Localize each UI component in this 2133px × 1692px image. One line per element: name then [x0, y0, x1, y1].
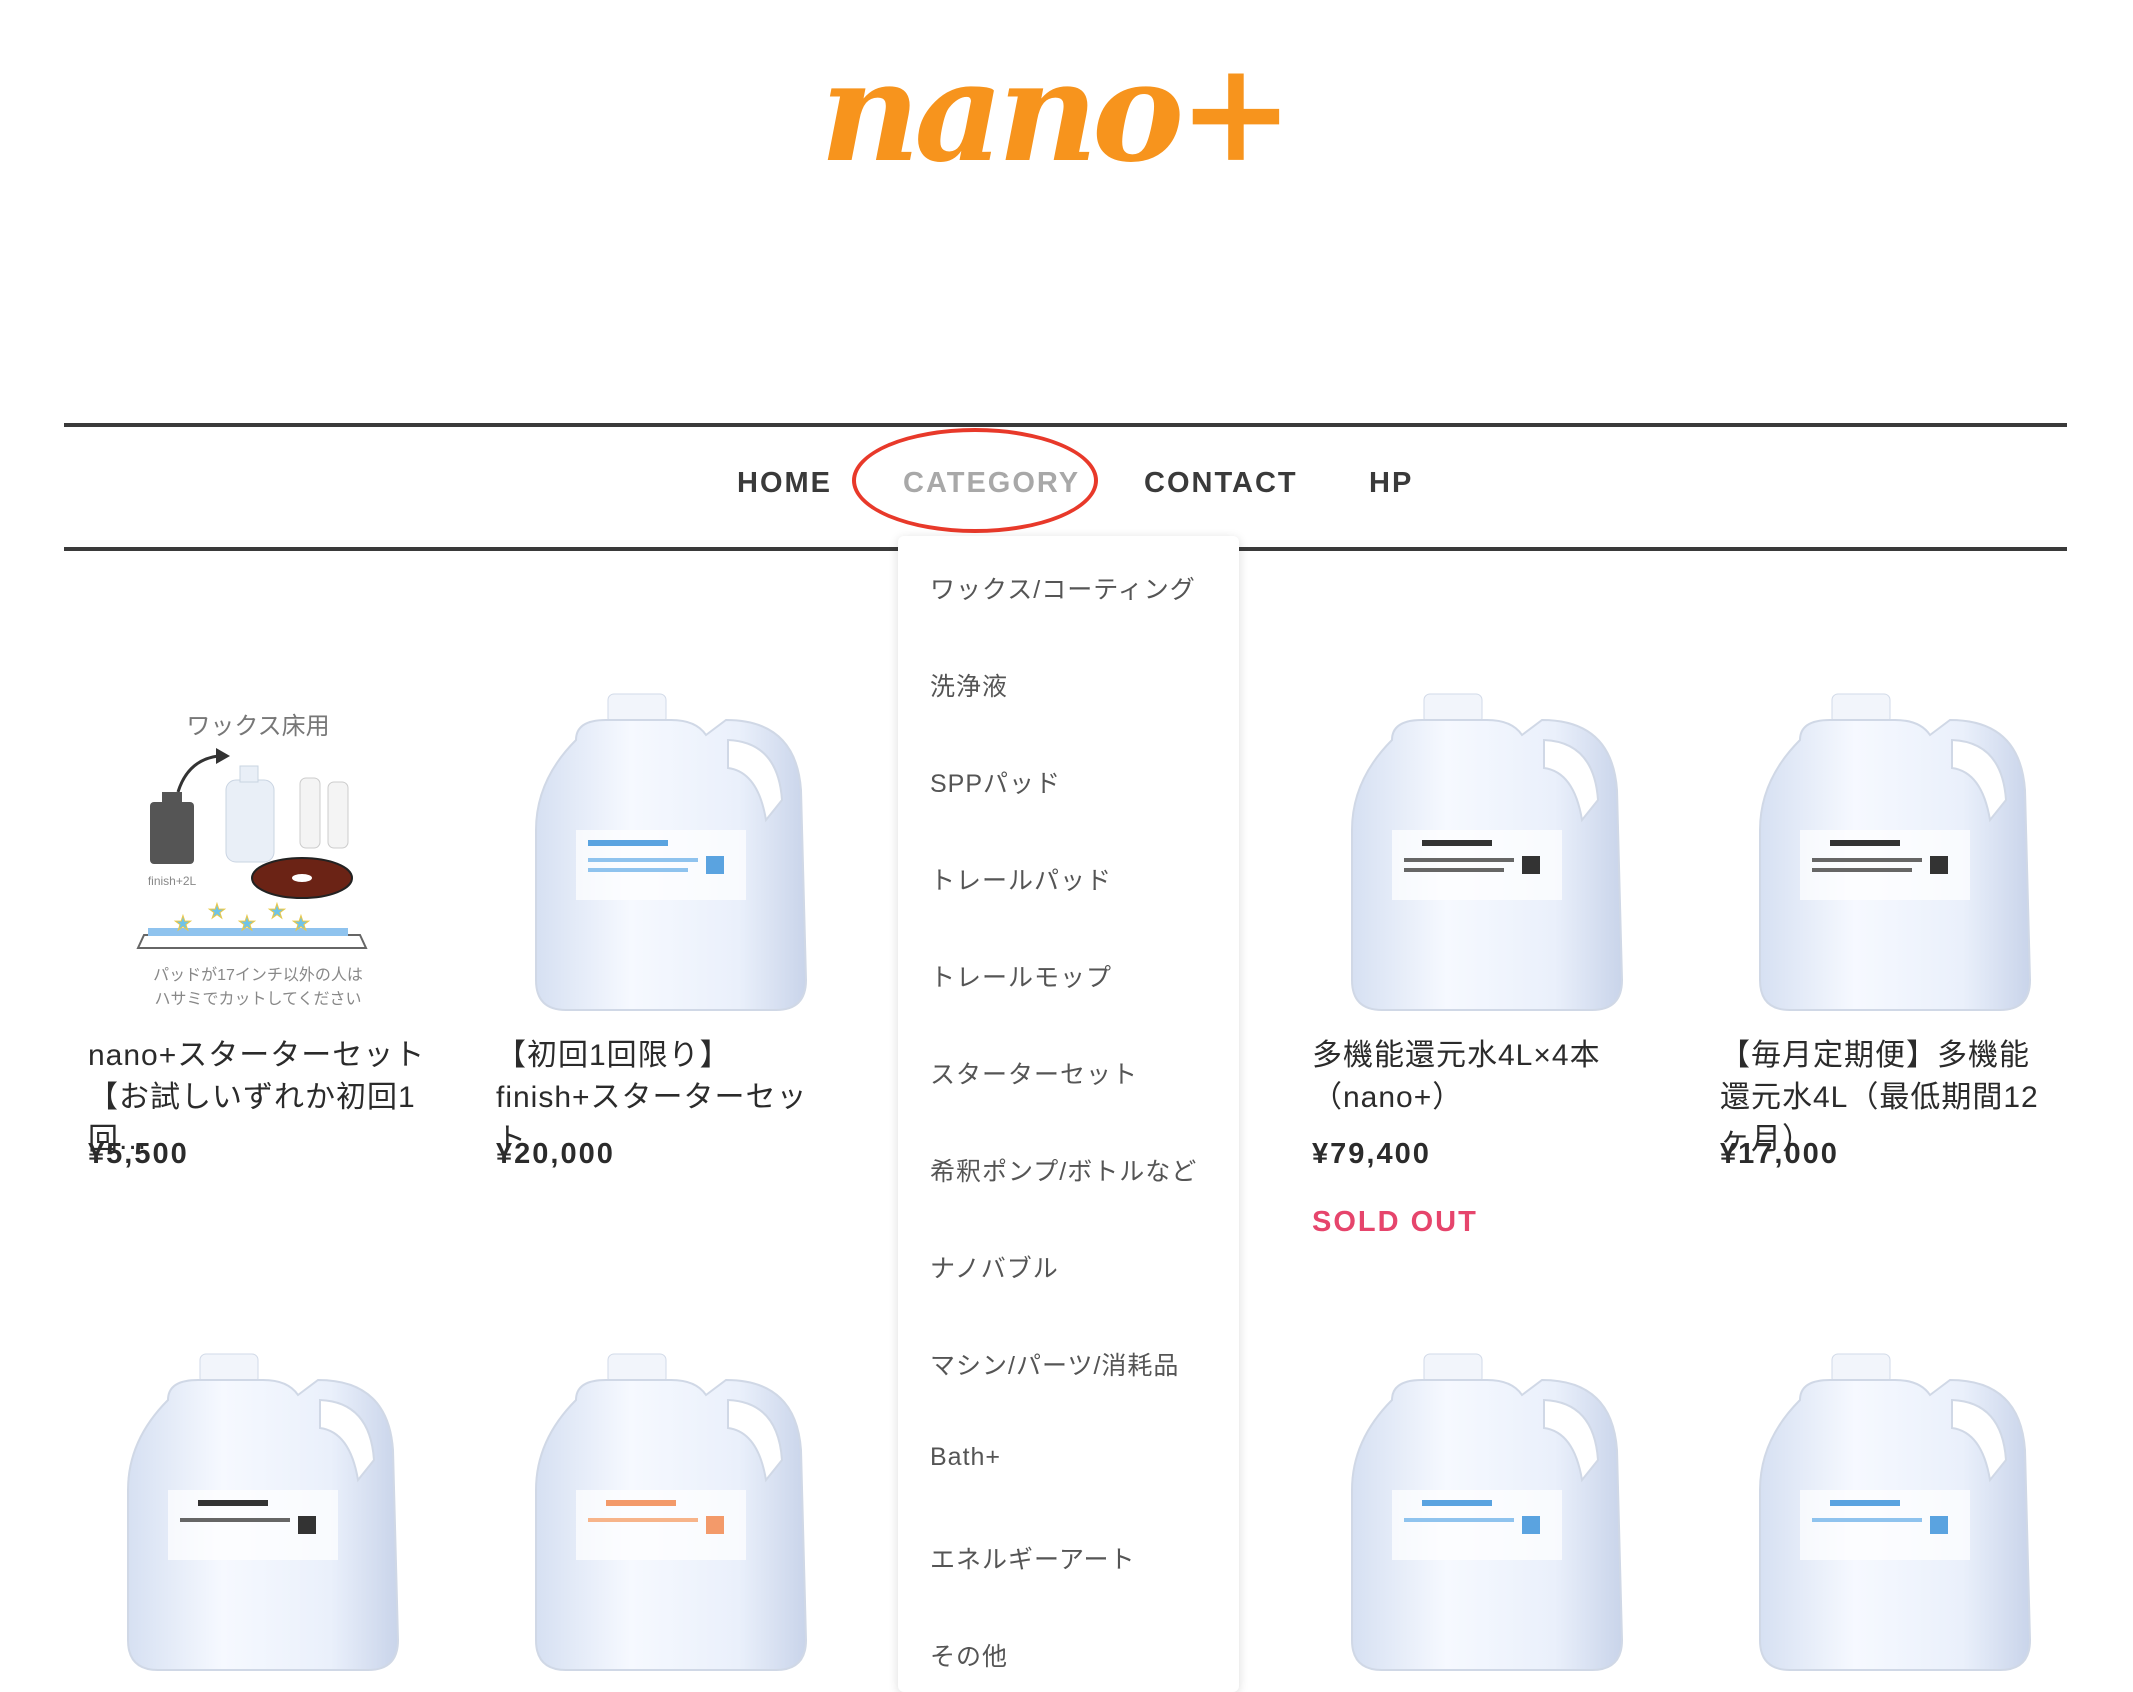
nav-contact[interactable]: CONTACT	[1144, 467, 1298, 500]
category-dropdown: ワックス/コーティング 洗浄液 SPPパッド トレールパッド トレールモップ ス…	[898, 536, 1239, 1692]
category-item-other[interactable]: その他	[930, 1637, 1008, 1673]
product-price: ¥17,000	[1720, 1138, 1839, 1170]
svg-text:★: ★	[208, 899, 226, 923]
brand-logo[interactable]: nano+	[800, 30, 1340, 193]
product-card[interactable]	[496, 1340, 836, 1692]
category-item-wax-coating[interactable]: ワックス/コーティング	[930, 570, 1196, 606]
product-card[interactable]	[1720, 1340, 2060, 1692]
product-image[interactable]	[1720, 680, 2060, 1020]
product-image[interactable]	[1312, 1340, 1652, 1680]
logo-text: nano+	[820, 40, 1288, 190]
product-image[interactable]	[496, 1340, 836, 1680]
starter-set-illustration: ワックス床用 finish+2L ★ ★ ★ ★ ★ パッドが17インチ以外の人…	[136, 713, 368, 1008]
product-image[interactable]	[496, 680, 836, 1020]
category-item-spp-pad[interactable]: SPPパッド	[930, 764, 1061, 800]
category-item-nano-bubble[interactable]: ナノバブル	[930, 1249, 1059, 1285]
category-highlight-circle	[852, 428, 1098, 533]
jug-image	[1312, 680, 1652, 1020]
product-image[interactable]: ワックス床用 finish+2L ★ ★ ★ ★ ★ パッドが17インチ以外の人…	[88, 680, 428, 1020]
logo-wordmark: nano+	[820, 30, 1294, 193]
illustration-caption-2: ハサミでカットしてください	[154, 990, 361, 1008]
product-image[interactable]	[1720, 1340, 2060, 1680]
svg-text:★: ★	[238, 911, 256, 935]
product-name[interactable]: 多機能還元水4L×4本（nano+）	[1312, 1035, 1652, 1119]
nav-home[interactable]: HOME	[737, 467, 832, 500]
product-price: ¥20,000	[496, 1138, 615, 1170]
bottle-label: finish+2L	[148, 874, 197, 888]
jug-image	[496, 1340, 836, 1680]
category-item-machine-parts[interactable]: マシン/パーツ/消耗品	[930, 1346, 1179, 1382]
category-item-bath[interactable]: Bath+	[930, 1443, 1001, 1472]
nav-divider-top	[64, 423, 2067, 427]
illustration-title: ワックス床用	[186, 713, 329, 740]
category-item-cleaning-liquid[interactable]: 洗浄液	[930, 667, 1008, 703]
svg-text:★: ★	[268, 899, 286, 923]
jug-image	[496, 680, 836, 1020]
nav-hp[interactable]: HP	[1369, 467, 1413, 500]
sold-out-badge: SOLD OUT	[1312, 1206, 1478, 1238]
jug-image	[1312, 1340, 1652, 1680]
jug-image	[1720, 680, 2060, 1020]
illustration-caption-1: パッドが17インチ以外の人は	[153, 966, 363, 984]
product-image[interactable]	[88, 1340, 428, 1680]
category-item-trail-pad[interactable]: トレールパッド	[930, 861, 1112, 897]
product-card[interactable]	[88, 1340, 428, 1692]
category-item-trail-mop[interactable]: トレールモップ	[930, 958, 1112, 994]
category-item-energy-art[interactable]: エネルギーアート	[930, 1540, 1136, 1576]
jug-image	[1720, 1340, 2060, 1680]
category-item-starter-set[interactable]: スターターセット	[930, 1055, 1138, 1091]
product-image[interactable]	[1312, 680, 1652, 1020]
jug-image	[88, 1340, 428, 1680]
svg-text:★: ★	[174, 911, 192, 935]
svg-text:★: ★	[292, 911, 310, 935]
product-card[interactable]	[1312, 1340, 1652, 1692]
product-price: ¥5,500	[88, 1138, 189, 1170]
product-price: ¥79,400	[1312, 1138, 1431, 1170]
category-item-dilution-pump[interactable]: 希釈ポンプ/ボトルなど	[930, 1152, 1197, 1188]
